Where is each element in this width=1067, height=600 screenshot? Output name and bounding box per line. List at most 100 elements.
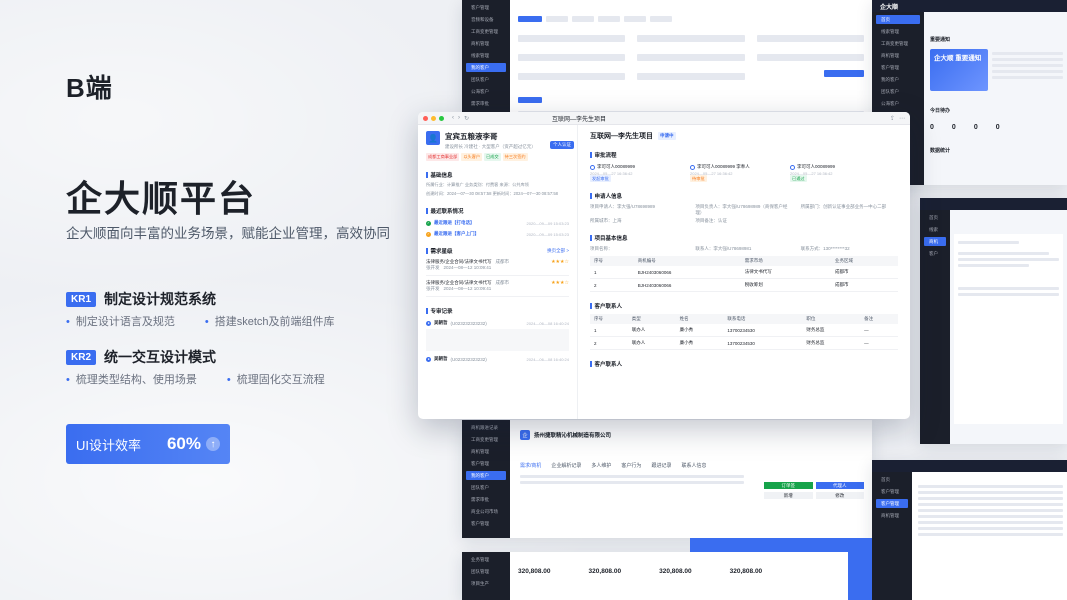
- table-row[interactable]: 1 BJH2403060066 法律文书代写 成都市: [590, 266, 898, 279]
- requirements-title: 需求星级 换页全部 >: [426, 247, 570, 255]
- check-icon: ✓: [426, 220, 431, 226]
- recent-contact-item[interactable]: ✓ 最近跟进【打电话】 2020—09—09 15:03:23: [426, 220, 569, 226]
- star-rating-icon: ★★★☆: [551, 280, 569, 286]
- customer-list-screen: 客户管理 音频和设备 工商变更管理 商机管理 线索管理 我的客户 团队客户 公海客户 需求审…: [462, 0, 872, 112]
- records-title: 专审记录: [426, 307, 569, 315]
- share-icon[interactable]: ⇪: [890, 115, 895, 122]
- recent-contact-title: 最近联系情况: [426, 207, 569, 215]
- basic-info-row: 所属行业：计算推广 业务类别：付费客 来源：公共库领: [426, 182, 529, 187]
- stats-screen: 业务管理 团队管理 项目生产 320,808.00 320,808.00 320,8…: [462, 552, 848, 600]
- customer-tag: 待三次签约: [502, 153, 528, 161]
- record-item[interactable]: ● 吴朝哲 (U023232323232) 2024—06—08 16:40:2…: [426, 320, 569, 326]
- kr1-points: 制定设计语言及规范 搭建sketch及前端组件库: [66, 313, 335, 329]
- customer-panel: 个人认证 👤 宜宾五粮液李哥 建设所长 冷建社 · 大型客户（资产超过亿元） 成…: [418, 125, 578, 419]
- stat-value: 320,808.00: [659, 568, 692, 575]
- company-name: 扬州捷联精沁机械制造有限公司: [534, 433, 612, 439]
- basic-info-title: 基础信息: [426, 171, 569, 179]
- notice-banner[interactable]: 企大顺 重要通知: [930, 49, 988, 91]
- close-icon[interactable]: [423, 115, 428, 121]
- contact-table: 序号 类型 姓名 联系电话 职位 备注 1 联办人 廉小秀 13700234530 财务总…: [590, 314, 898, 350]
- customer-name: 宜宾五粮液李哥: [445, 132, 498, 141]
- user-icon: ●: [426, 320, 431, 326]
- blue-accent-strip: [690, 538, 872, 552]
- record-item[interactable]: ● 吴朝哲 (U023232323232) 2024—06—08 16:40:2…: [426, 356, 569, 362]
- blue-accent-block: [848, 552, 872, 600]
- kr2-title: 统一交互设计模式: [104, 349, 217, 365]
- flow-step: 李可可人00089999 李奉人 2024—05—27 16:36:42 待审批: [690, 164, 750, 182]
- company-tab[interactable]: 联系人信息: [681, 462, 706, 469]
- company-detail-screen: 商机跟进记录 工商变更管理 商机管理 客户管理 我的客户 团队客户 需求审批 商业公司市场…: [462, 420, 872, 538]
- more-icon[interactable]: ⋯: [899, 115, 905, 122]
- window-titlebar: ‹ › ↻ 互联网—李先生项目 ⇪ ⋯: [418, 112, 910, 125]
- project-detail-window: ‹ › ↻ 互联网—李先生项目 ⇪ ⋯ 个人认证 👤 宜宾五粮液李哥 建设所长 冷建社…: [418, 112, 910, 419]
- agent-button[interactable]: 代理人: [815, 482, 864, 489]
- kr2-points: 梳理类型结构、使用场景 梳理固化交互流程: [66, 371, 325, 387]
- certified-badge: 个人认证: [550, 141, 574, 149]
- project-title: 互联网—李先生项目: [590, 133, 653, 140]
- check-icon: ✓: [426, 231, 431, 237]
- dark-sidebar: 客户管理 音频和设备 工商变更管理 商机管理 线索管理 我的客户 团队客户 公海客户 需求审…: [462, 0, 510, 112]
- flow-step: 李可可人00089999 2024—05—27 16:36:42 已通过: [790, 164, 836, 182]
- view-all-link[interactable]: 换页全部 >: [547, 248, 569, 254]
- basic-info-row: 创建时间：2024—07—30 08:57:58 更新时间：2024—07—30…: [426, 191, 558, 196]
- applicant-info: 项目申请人：李大强/U78698989 项目负责人：李大强/U78698989（商…: [590, 204, 887, 223]
- recent-contact-item[interactable]: ✓ 最近跟进【客户上门】 2020—09—09 15:03:23: [426, 231, 569, 237]
- platform-title: 企大顺平台: [66, 178, 257, 219]
- kr1-heading: KR1 制定设计规范系统: [66, 289, 216, 309]
- table-row[interactable]: 2 BJH2403060066 税收筹划 成都市: [590, 278, 898, 292]
- company-tab[interactable]: 多人维护: [591, 462, 611, 469]
- customer-sub: 建设所长 冷建社 · 大型客户（资产超过亿元）: [445, 144, 536, 149]
- stats-title: 数据统计: [930, 148, 951, 154]
- audit-title: 审批流程: [590, 151, 898, 159]
- table-row[interactable]: 2 联办人 廉小秀 13700234530 财务总监 —: [590, 336, 898, 350]
- platform-description: 企大顺面向丰富的业务场景，赋能企业管理，高效协同: [66, 226, 390, 241]
- record-detail: [426, 329, 569, 351]
- brand-tag: B端: [66, 73, 113, 103]
- contact-title: 客户联系人: [590, 302, 898, 310]
- kr1-point: 制定设计语言及规范: [66, 313, 175, 329]
- requirement-item[interactable]: 法律服务/企业合同/法律文书代写 成都市 ★★★☆ 张开发 2024—08—12 10…: [426, 255, 569, 276]
- members-title: 客户联系人: [590, 360, 898, 368]
- company-avatar: 企: [520, 430, 530, 440]
- refresh-icon[interactable]: ↻: [464, 115, 469, 122]
- stat-value: 320,808.00: [588, 568, 622, 575]
- kr1-point: 搭建sketch及前端组件库: [205, 313, 335, 329]
- customer-avatar: 👤: [426, 131, 440, 145]
- brand-logo: 企大顺: [880, 5, 899, 11]
- company-tab[interactable]: 跟进记录: [651, 462, 671, 469]
- opportunity-table: 序号 商机编号 需求市场 业务区域 1 BJH2403060066 法律文书代写 成都市…: [590, 256, 898, 292]
- audit-flow: 李可可人00089999 2024—05—27 16:36:42 发起审批 李可…: [590, 164, 898, 182]
- applicant-title: 申请人信息: [590, 192, 898, 200]
- requirement-item[interactable]: 法律服务/企业合同/法律文书代写 成都市 ★★★☆ 张开发 2024—08—12 10…: [426, 276, 569, 297]
- project-base-title: 项目基本信息: [590, 234, 898, 242]
- table-screen: 首页 客户管理 客户管理 商机管理: [872, 460, 1067, 600]
- table-row[interactable]: 1 联办人 廉小秀 13700234530 财务总监 —: [590, 324, 898, 337]
- forward-icon[interactable]: ›: [458, 115, 460, 122]
- efficiency-label: UI设计效率: [76, 437, 142, 453]
- add-button[interactable]: 新增: [764, 492, 813, 499]
- company-tab[interactable]: 需求/商机: [520, 462, 541, 469]
- back-icon[interactable]: ‹: [452, 115, 454, 122]
- project-base-info: 项目名称： 联系人：李大强/U78698981 联系方式：130********32: [590, 246, 850, 251]
- order-button[interactable]: 订单签: [764, 482, 813, 489]
- stat-value: 320,808.00: [518, 568, 551, 575]
- star-rating-icon: ★★★☆: [551, 259, 569, 265]
- kr2-point: 梳理类型结构、使用场景: [66, 371, 197, 387]
- kr2-point: 梳理固化交互流程: [227, 371, 325, 387]
- notice-title: 重要通知: [930, 37, 951, 43]
- customer-tag: 成都工商事业部: [426, 153, 460, 161]
- minimize-icon[interactable]: [431, 115, 436, 121]
- maximize-icon[interactable]: [439, 115, 444, 121]
- efficiency-card: UI设计效率 60% ↑: [66, 424, 230, 464]
- efficiency-value: 60%: [166, 434, 201, 453]
- customer-tag: 已成交: [484, 153, 501, 161]
- kr1-title: 制定设计规范系统: [104, 291, 217, 307]
- company-tab[interactable]: 客户行为: [621, 462, 641, 469]
- company-tab[interactable]: 企业解析记录: [551, 462, 581, 469]
- project-panel: 互联网—李先生项目 申请中 审批流程 李可可人00089999 2024—05—…: [578, 125, 910, 419]
- edit-button[interactable]: 修改: [815, 492, 864, 499]
- window-tab[interactable]: 互联网—李先生项目: [552, 114, 606, 123]
- arrow-up-icon: ↑: [206, 437, 220, 451]
- flow-step: 李可可人00089999 2024—05—27 16:36:42 发起审批: [590, 164, 636, 182]
- stat-value: 320,808.00: [729, 568, 763, 575]
